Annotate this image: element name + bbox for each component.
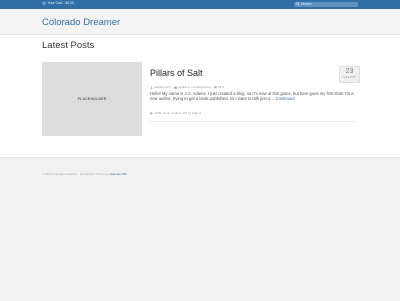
excerpt-text: Hello! My name is J.A. Adams. I just cre… xyxy=(150,91,354,102)
tags-list[interactable]: 1995, book, cocaine, DS by Adams xyxy=(155,111,202,115)
date-badge: 23 MAR 2015 xyxy=(339,66,360,83)
top-bar: Your Cart - $0.00 xyxy=(0,0,400,9)
read-more-link[interactable]: Continued xyxy=(275,96,294,101)
meta-separator: | xyxy=(171,85,173,89)
tag-icon xyxy=(150,111,153,115)
user-icon xyxy=(150,85,153,89)
date-day: 23 xyxy=(345,68,354,75)
date-month: MAR 2015 xyxy=(343,76,356,79)
theme-link[interactable]: Hueman WP xyxy=(110,172,127,176)
cart-link[interactable]: Your Cart - $0.00 xyxy=(42,1,74,5)
comment-icon xyxy=(214,85,217,89)
cart-icon xyxy=(42,1,46,5)
site-header: Colorado Dreamer xyxy=(0,9,400,35)
category-prefix: posted in xyxy=(177,85,191,89)
search-input[interactable] xyxy=(299,1,355,7)
site-title[interactable]: Colorado Dreamer xyxy=(42,17,120,28)
post-category[interactable]: Uncategorized xyxy=(191,85,210,89)
post-meta: jaadams123 | posted in Uncategorized | 5… xyxy=(150,85,224,89)
post-excerpt: Hello! My name is J.A. Adams. I just cre… xyxy=(150,91,360,102)
footer-credits: © 2015 Colorado Dreamer · WordPress Them… xyxy=(42,172,127,176)
comment-count[interactable]: 56 6 xyxy=(218,85,224,89)
copyright-text: © 2015 Colorado Dreamer · WordPress Them… xyxy=(42,172,109,176)
search-box[interactable] xyxy=(294,1,358,7)
thumbnail-placeholder-label: PLACEHOLDER xyxy=(77,97,107,101)
site-footer: © 2015 Colorado Dreamer · WordPress Them… xyxy=(0,157,400,301)
folder-icon xyxy=(173,86,177,89)
post-tags: 1995, book, cocaine, DS by Adams xyxy=(150,111,201,115)
post-divider xyxy=(150,121,358,122)
post-title[interactable]: Pillars of Salt xyxy=(150,68,203,78)
page-title: Latest Posts xyxy=(42,40,95,51)
meta-separator: | xyxy=(211,85,213,89)
post-thumbnail[interactable]: PLACEHOLDER xyxy=(42,62,142,136)
post-author[interactable]: jaadams123 xyxy=(154,85,170,89)
cart-label: Your Cart - $0.00 xyxy=(47,1,75,5)
